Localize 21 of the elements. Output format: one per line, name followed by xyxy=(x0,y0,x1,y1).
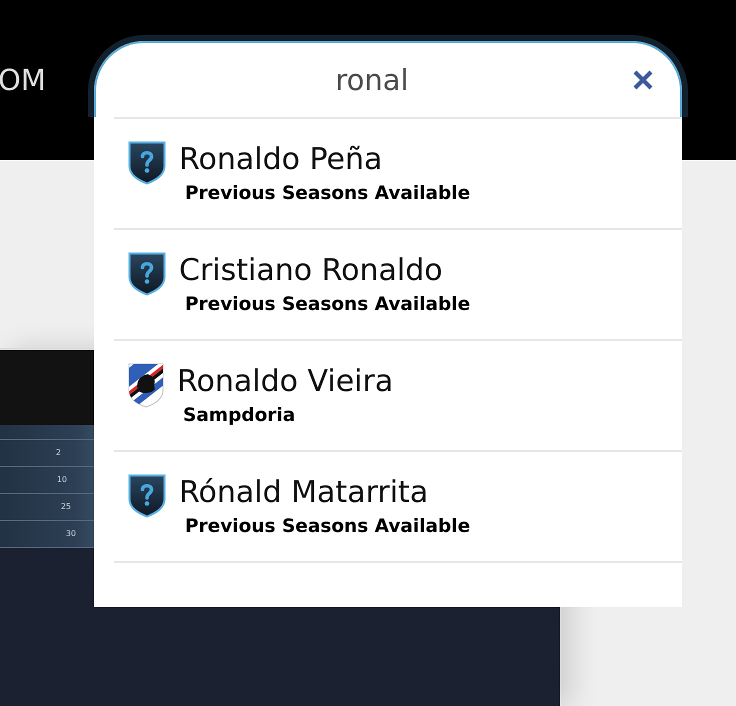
question-shield-icon xyxy=(128,474,166,518)
question-shield-icon xyxy=(128,252,166,296)
player-name[interactable]: Rónald Matarrita xyxy=(179,476,470,510)
search-field[interactable]: ronal xyxy=(122,63,622,97)
player-status: Sampdoria xyxy=(183,405,296,427)
question-shield-icon xyxy=(128,141,166,185)
player-status: Previous Seasons Available xyxy=(185,183,470,205)
player-name[interactable]: Ronaldo Peña xyxy=(179,143,470,177)
search-bar[interactable]: ronal xyxy=(88,35,688,117)
clear-button[interactable] xyxy=(632,69,654,91)
striped-crest-icon xyxy=(128,363,164,408)
player-status: Previous Seasons Available xyxy=(185,516,470,538)
table-cell-text: 10 xyxy=(56,475,68,485)
table-cell-text: 25 xyxy=(60,502,72,512)
close-icon xyxy=(633,70,653,90)
player-name[interactable]: Ronaldo Vieira xyxy=(177,365,394,399)
table-cell-text: 2 xyxy=(56,448,62,458)
player-status: Previous Seasons Available xyxy=(185,294,470,316)
nav-link[interactable]: OM xyxy=(0,62,46,98)
player-name[interactable]: Cristiano Ronaldo xyxy=(179,254,470,288)
table-cell-text: 30 xyxy=(66,529,77,539)
